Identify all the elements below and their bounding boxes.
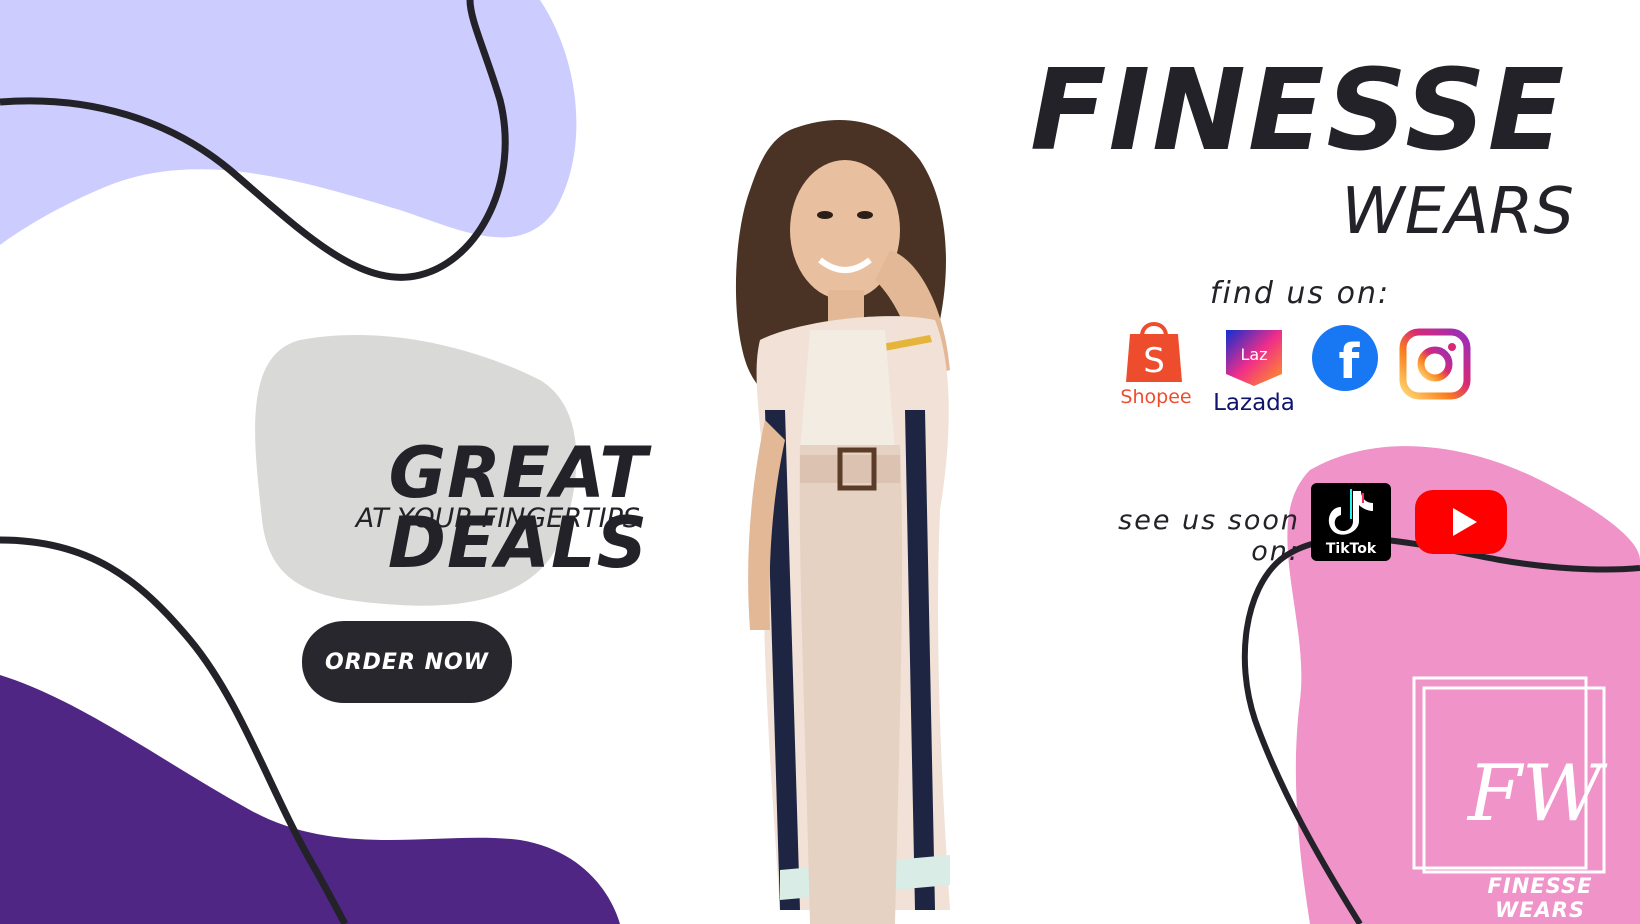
order-now-button[interactable]: ORDER NOW (302, 621, 512, 703)
tiktok-label: TikTok (1325, 541, 1377, 557)
model-blouse (800, 330, 895, 450)
facebook-icon: f (1312, 325, 1378, 391)
tiktok-icon (1328, 489, 1373, 535)
youtube-link[interactable] (1415, 490, 1507, 554)
brand-title: FINESSE (1030, 46, 1567, 176)
promo-banner: FINESSE WEARS find us on: S Shopee Laz L… (0, 0, 1640, 924)
fw-monogram-logo: FW (1467, 749, 1603, 839)
youtube-icon (1415, 490, 1507, 554)
logo-caption: FINESSE WEARS (1487, 874, 1593, 922)
tiktok-link[interactable]: TikTok (1311, 483, 1391, 561)
instagram-icon (1399, 328, 1471, 400)
see-us-label: see us soon on: (1118, 505, 1300, 567)
brand-subtitle: WEARS (1341, 175, 1574, 249)
model-belt (800, 455, 900, 483)
model-eye-left (817, 211, 833, 219)
model-pants (799, 445, 903, 924)
svg-text:S: S (1143, 341, 1165, 381)
svg-text:f: f (1339, 334, 1361, 390)
shopee-label: Shopee (1120, 386, 1192, 408)
facebook-link[interactable]: f (1311, 324, 1379, 392)
shopee-icon: S (1126, 322, 1182, 382)
great-deals-subtitle: AT YOUR FINGERTIPS (355, 503, 640, 534)
instagram-link[interactable] (1399, 328, 1471, 400)
lazada-icon: Laz (1226, 330, 1282, 386)
purple-blob (0, 675, 620, 924)
lazada-label: Lazada (1213, 390, 1295, 416)
lazada-link[interactable]: Laz Lazada (1212, 324, 1312, 424)
find-us-label: find us on: (1209, 276, 1391, 311)
model-photo (735, 120, 950, 924)
svg-text:Laz: Laz (1240, 345, 1267, 364)
model-eye-right (857, 211, 873, 219)
shopee-link[interactable]: S Shopee (1120, 314, 1192, 414)
